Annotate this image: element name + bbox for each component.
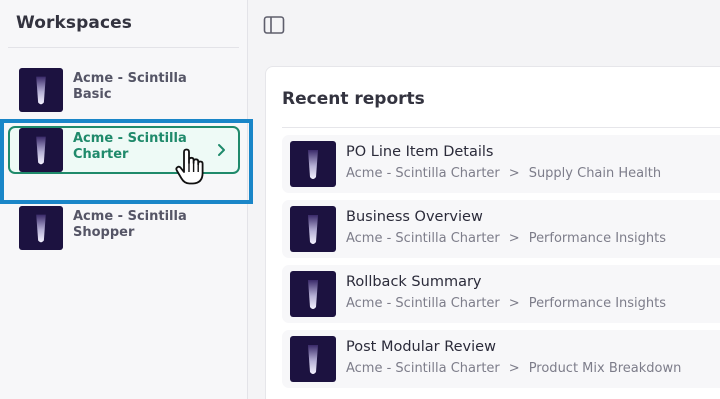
workspace-label: Acme - Scintilla Shopper xyxy=(73,209,187,240)
report-thumbnail xyxy=(290,206,336,252)
report-row-post-modular-review[interactable]: Post Modular Review Acme - Scintilla Cha… xyxy=(282,330,720,388)
breadcrumb-separator: > xyxy=(508,166,520,181)
sidebar-title: Workspaces xyxy=(16,13,132,33)
card-divider xyxy=(282,127,720,128)
workspace-item-charter[interactable]: Acme - Scintilla Charter xyxy=(8,126,240,174)
workspace-thumbnail xyxy=(19,128,63,172)
report-row-rollback-summary[interactable]: Rollback Summary Acme - Scintilla Charte… xyxy=(282,265,720,323)
workspace-label: Acme - Scintilla Charter xyxy=(73,131,187,162)
report-thumbnail xyxy=(290,336,336,382)
chevron-right-icon[interactable] xyxy=(216,142,228,158)
report-name: Rollback Summary xyxy=(346,274,482,290)
report-breadcrumb: Acme - Scintilla Charter > Supply Chain He… xyxy=(346,166,662,181)
report-breadcrumb: Acme - Scintilla Charter > Performance Ins… xyxy=(346,296,667,311)
report-row-business-overview[interactable]: Business Overview Acme - Scintilla Chart… xyxy=(282,200,720,258)
report-thumbnail xyxy=(290,141,336,187)
sidebar-toggle-icon[interactable] xyxy=(263,15,285,35)
workspace-label: Acme - Scintilla Basic xyxy=(73,71,187,102)
report-breadcrumb: Acme - Scintilla Charter > Product Mix Bre… xyxy=(346,361,682,376)
report-name: Post Modular Review xyxy=(346,339,496,355)
report-thumbnail xyxy=(290,271,336,317)
recent-reports-title: Recent reports xyxy=(282,89,425,109)
breadcrumb-separator: > xyxy=(508,231,520,246)
breadcrumb-separator: > xyxy=(508,296,520,311)
report-row-po-line-item-details[interactable]: PO Line Item Details Acme - Scintilla Ch… xyxy=(282,135,720,193)
workspace-thumbnail xyxy=(19,68,63,112)
workspace-item-basic[interactable]: Acme - Scintilla Basic xyxy=(8,66,240,114)
breadcrumb-separator: > xyxy=(508,361,520,376)
recent-reports-card: Recent reports PO Line Item Details Acme… xyxy=(265,66,720,399)
report-breadcrumb: Acme - Scintilla Charter > Performance Ins… xyxy=(346,231,667,246)
workspace-thumbnail xyxy=(19,206,63,250)
workspace-item-shopper[interactable]: Acme - Scintilla Shopper xyxy=(8,204,240,252)
sidebar-divider xyxy=(8,47,239,48)
workspace-sidebar: Workspaces Acme - Scintilla Basic Acme -… xyxy=(0,0,248,399)
report-name: Business Overview xyxy=(346,209,483,225)
report-name: PO Line Item Details xyxy=(346,144,494,160)
